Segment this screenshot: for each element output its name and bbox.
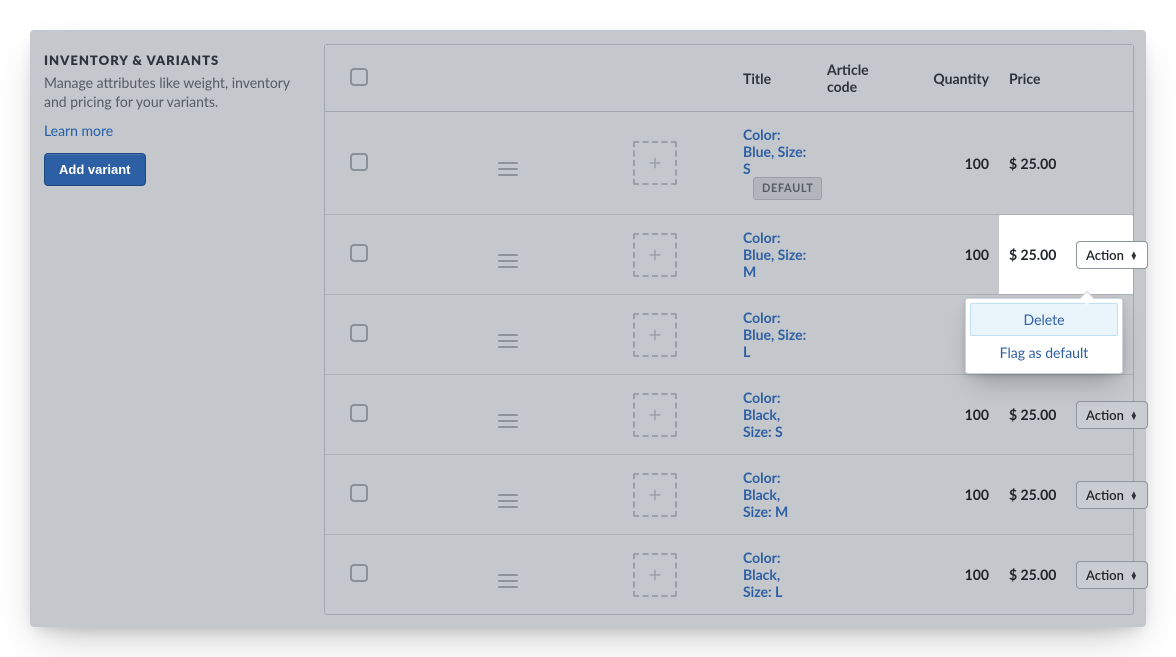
select-all-checkbox[interactable] (350, 68, 368, 86)
menu-item-flag-default[interactable]: Flag as default (970, 336, 1118, 369)
variant-title-link[interactable]: Color: Black, Size: L (743, 549, 782, 600)
row-action-label: Action (1086, 247, 1124, 263)
row-checkbox[interactable] (350, 564, 368, 582)
table-row: Color: Blue, Size: SDEFAULT 100 $ 25.00 (325, 112, 1133, 215)
article-code-cell (817, 215, 903, 295)
quantity-value: 100 (965, 566, 989, 583)
article-code-cell (817, 375, 903, 455)
sort-icon: ▲▼ (1130, 411, 1138, 419)
drag-handle-icon[interactable] (498, 334, 518, 348)
sort-icon: ▲▼ (1130, 571, 1138, 579)
row-checkbox[interactable] (350, 324, 368, 342)
learn-more-link[interactable]: Learn more (44, 122, 113, 139)
row-action-menu: Delete Flag as default (965, 298, 1123, 374)
drag-handle-icon[interactable] (498, 494, 518, 508)
image-placeholder[interactable] (633, 553, 677, 597)
table-row: Color: Blue, Size: M 100 $ 25.00 Action … (325, 215, 1133, 295)
row-action-button[interactable]: Action ▲▼ (1076, 401, 1148, 429)
row-action-label: Action (1086, 487, 1124, 503)
col-quantity: Quantity (903, 45, 999, 112)
col-article-code: Article code (817, 45, 903, 112)
variants-table: Title Article code Quantity Price Color:… (324, 44, 1134, 615)
price-value: $ 25.00 (1009, 155, 1056, 172)
row-checkbox[interactable] (350, 404, 368, 422)
article-code-cell (817, 295, 903, 375)
col-title: Title (733, 45, 817, 112)
article-code-cell (817, 455, 903, 535)
price-value: $ 25.00 (1009, 406, 1056, 423)
article-code-cell (817, 112, 903, 215)
row-action-button[interactable]: Action ▲▼ (1076, 561, 1148, 589)
table-header-row: Title Article code Quantity Price (325, 45, 1133, 112)
image-placeholder[interactable] (633, 141, 677, 185)
row-checkbox[interactable] (350, 153, 368, 171)
image-placeholder[interactable] (633, 393, 677, 437)
drag-handle-icon[interactable] (498, 414, 518, 428)
article-code-cell (817, 535, 903, 615)
quantity-value: 100 (965, 155, 989, 172)
sidebar-heading: INVENTORY & VARIANTS (44, 52, 306, 68)
price-value: $ 25.00 (1009, 246, 1056, 263)
sidebar-description: Manage attributes like weight, inventory… (44, 74, 306, 112)
price-value: $ 25.00 (1009, 486, 1056, 503)
image-placeholder[interactable] (633, 233, 677, 277)
sidebar: INVENTORY & VARIANTS Manage attributes l… (44, 44, 324, 615)
default-badge: DEFAULT (753, 177, 822, 200)
drag-handle-icon[interactable] (498, 162, 518, 176)
image-placeholder[interactable] (633, 313, 677, 357)
menu-item-delete[interactable]: Delete (970, 303, 1118, 336)
row-action-button[interactable]: Action ▲▼ (1076, 241, 1148, 269)
price-value: $ 25.00 (1009, 566, 1056, 583)
variant-title-link[interactable]: Color: Black, Size: S (743, 389, 783, 440)
table-row: Color: Black, Size: L 100 $ 25.00 Action… (325, 535, 1133, 615)
drag-handle-icon[interactable] (498, 574, 518, 588)
col-price: Price (999, 45, 1066, 112)
add-variant-button[interactable]: Add variant (44, 153, 146, 186)
variant-title-link[interactable]: Color: Blue, Size: L (743, 309, 806, 360)
sort-icon: ▲▼ (1130, 491, 1138, 499)
image-placeholder[interactable] (633, 473, 677, 517)
variant-title-link[interactable]: Color: Black, Size: M (743, 469, 788, 520)
row-action-label: Action (1086, 567, 1124, 583)
row-action-button[interactable]: Action ▲▼ (1076, 481, 1148, 509)
quantity-value: 100 (965, 486, 989, 503)
variant-title-link[interactable]: Color: Blue, Size: M (743, 229, 806, 280)
table-row: Color: Black, Size: M 100 $ 25.00 Action… (325, 455, 1133, 535)
row-checkbox[interactable] (350, 484, 368, 502)
quantity-value: 100 (965, 406, 989, 423)
row-checkbox[interactable] (350, 244, 368, 262)
variants-panel: INVENTORY & VARIANTS Manage attributes l… (30, 30, 1146, 627)
drag-handle-icon[interactable] (498, 254, 518, 268)
row-action-label: Action (1086, 407, 1124, 423)
quantity-value: 100 (965, 246, 989, 263)
sort-icon: ▲▼ (1130, 251, 1138, 259)
variant-title-link[interactable]: Color: Blue, Size: S (743, 126, 806, 177)
table-row: Color: Black, Size: S 100 $ 25.00 Action… (325, 375, 1133, 455)
